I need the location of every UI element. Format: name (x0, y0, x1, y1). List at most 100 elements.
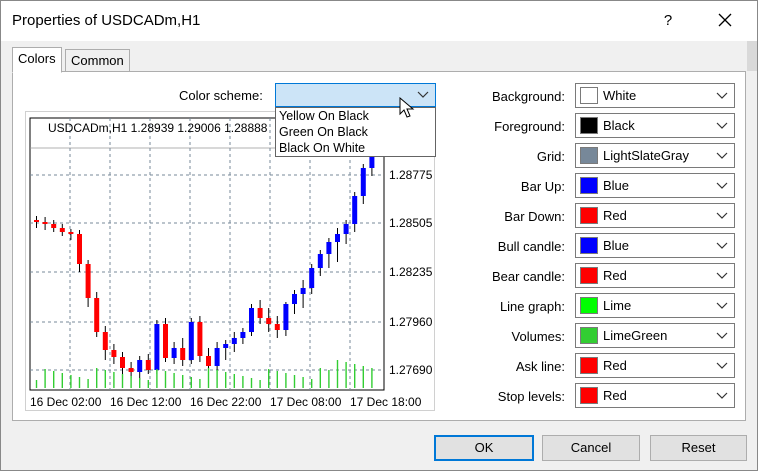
color-value: White (603, 88, 637, 103)
bar-up-color-select[interactable]: Blue (575, 173, 735, 198)
color-swatch (580, 117, 598, 134)
color-swatch (580, 177, 598, 194)
chevron-down-icon (716, 392, 728, 399)
time-axis-label: 16 Dec 02:00 (30, 395, 102, 409)
color-swatch (580, 327, 598, 344)
chevron-down-icon (716, 362, 728, 369)
bull-candle-label: Bull candle: (497, 239, 565, 254)
window-title: Properties of USDCADm,H1 (12, 12, 201, 29)
foreground-label: Foreground: (494, 119, 565, 134)
stop-levels-color-select[interactable]: Red (575, 383, 735, 408)
time-axis-label: 17 Dec 08:00 (270, 395, 342, 409)
line-graph-color-select[interactable]: Lime (575, 293, 735, 318)
chevron-down-icon (716, 122, 728, 129)
bear-candle (163, 324, 168, 358)
bull-candle (137, 360, 143, 372)
close-button[interactable] (710, 7, 740, 35)
chevron-down-icon (716, 212, 728, 219)
bear-candle (180, 348, 186, 360)
properties-dialog: Properties of USDCADm,H1 ? Colors Common… (0, 0, 758, 471)
color-value: Blue (603, 178, 630, 193)
bear-candle (77, 234, 82, 264)
color-value: Black (603, 118, 635, 133)
bull-candle (300, 288, 306, 294)
scrollbar-edge[interactable] (747, 41, 757, 71)
chevron-down-icon (716, 332, 728, 339)
mouse-cursor-icon (399, 97, 415, 118)
bull-candle (240, 332, 246, 338)
color-swatch (580, 357, 598, 374)
bull-candle (326, 242, 332, 254)
bear-candle (257, 308, 263, 318)
chevron-down-icon (716, 182, 728, 189)
grid-color-select[interactable]: LightSlateGray (575, 143, 735, 168)
color-value: Red (603, 268, 627, 283)
color-value: Red (603, 388, 627, 403)
bear-candle (34, 220, 39, 222)
price-axis-label: 1.27960 (389, 315, 433, 329)
color-value: LimeGreen (603, 328, 668, 343)
bear-candle (266, 318, 272, 324)
bull-candle (292, 294, 297, 304)
volumes-label: Volumes: (511, 329, 565, 344)
ask-line-color-select[interactable]: Red (575, 353, 735, 378)
bull-candle (223, 344, 229, 348)
bull-candle (335, 234, 340, 242)
reset-button[interactable]: Reset (650, 435, 747, 461)
chevron-down-icon (716, 242, 728, 249)
background-color-select[interactable]: White (575, 83, 735, 108)
bear-candle (197, 322, 203, 356)
color-swatch (580, 147, 598, 164)
time-axis-label: 17 Dec 18:00 (350, 395, 422, 409)
bull-candle (154, 324, 160, 370)
color-swatch (580, 87, 598, 104)
bull-candle (231, 338, 237, 344)
chevron-down-icon (716, 92, 728, 99)
background-label: Background: (492, 89, 565, 104)
bull-candle (214, 348, 220, 366)
scheme-option-green-on-black[interactable]: Green On Black (276, 124, 435, 140)
bull-candle (352, 196, 358, 224)
stop-levels-label: Stop levels: (497, 389, 565, 404)
chevron-down-icon (716, 152, 728, 159)
close-icon (718, 13, 732, 27)
bear-candle (85, 264, 91, 298)
chart-canvas: USDCADm,H1 1.28939 1.29006 1.288881.2877… (29, 117, 436, 409)
bear-candle (42, 222, 48, 224)
color-value: Red (603, 358, 627, 373)
bar-down-label: Bar Down: (504, 209, 565, 224)
color-swatch (580, 267, 598, 284)
grid-label: Grid: (536, 149, 565, 164)
cancel-button[interactable]: Cancel (542, 435, 640, 461)
bull-candle (283, 304, 289, 330)
color-swatch (580, 297, 598, 314)
bull-candle-color-select[interactable]: Blue (575, 233, 735, 258)
tab-common[interactable]: Common (65, 49, 130, 73)
help-icon: ? (663, 12, 673, 29)
scheme-option-black-on-white[interactable]: Black On White (276, 140, 435, 156)
color-value: Lime (603, 298, 632, 313)
color-value: Red (603, 208, 627, 223)
foreground-color-select[interactable]: Black (575, 113, 735, 138)
chevron-down-icon (716, 302, 728, 309)
help-button[interactable]: ? (653, 7, 683, 35)
line-graph-label: Line graph: (499, 299, 565, 314)
bull-candle (309, 268, 315, 288)
bear-candle-label: Bear candle: (492, 269, 565, 284)
bear-candle (51, 224, 57, 228)
ok-button[interactable]: OK (434, 435, 534, 461)
bear-candle (206, 356, 211, 366)
bar-up-label: Bar Up: (520, 179, 565, 194)
color-swatch (580, 207, 598, 224)
bear-candle-color-select[interactable]: Red (575, 263, 735, 288)
volumes-color-select[interactable]: LimeGreen (575, 323, 735, 348)
time-axis-label: 16 Dec 12:00 (110, 395, 182, 409)
bear-candle (120, 357, 125, 368)
bull-candle (317, 254, 323, 268)
color-swatch (580, 387, 598, 404)
bear-candle (68, 232, 74, 234)
color-value: LightSlateGray (603, 148, 689, 163)
bull-candle (249, 308, 254, 332)
bar-down-color-select[interactable]: Red (575, 203, 735, 228)
tab-colors[interactable]: Colors (12, 47, 62, 73)
